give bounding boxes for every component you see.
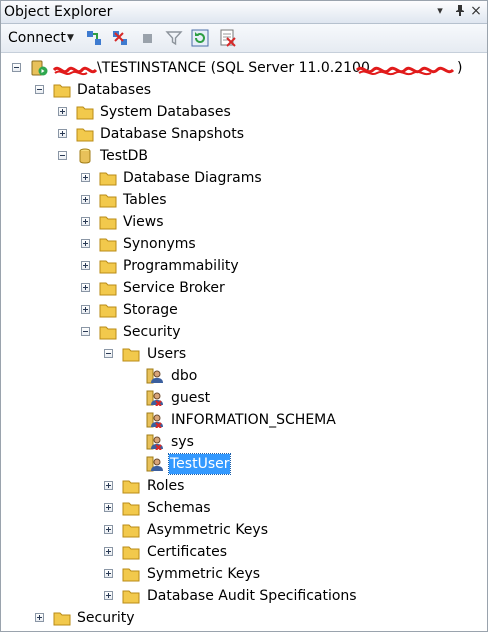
tree-label: Storage	[123, 302, 178, 318]
folder-icon	[99, 280, 117, 296]
close-panel-icon[interactable]: ×	[469, 4, 483, 18]
user-disabled-icon	[146, 412, 164, 429]
object-explorer-toolbar: Connect ▼	[1, 24, 487, 53]
folder-icon	[122, 478, 140, 494]
connect-dropdown-icon[interactable]: ▼	[67, 30, 74, 46]
tree-label: Databases	[77, 82, 152, 98]
folder-icon	[76, 126, 94, 142]
tree-label: Symmetric Keys	[147, 566, 261, 582]
folder-icon	[122, 346, 140, 362]
folder-icon	[122, 588, 140, 604]
refresh-icon[interactable]	[191, 29, 209, 47]
connect-icon[interactable]	[85, 29, 103, 47]
server-connected-icon	[29, 60, 49, 76]
tree-label: dbo	[171, 368, 198, 384]
collapse-toggle[interactable]	[104, 349, 113, 358]
tree-label: Asymmetric Keys	[147, 522, 269, 538]
tree-label: Security	[77, 610, 135, 626]
tree-label: Certificates	[147, 544, 228, 560]
expand-toggle[interactable]	[104, 503, 113, 512]
tree-label: Views	[123, 214, 164, 230]
panel-titlebar: Object Explorer ▾ ×	[1, 1, 487, 24]
folder-icon	[53, 82, 71, 98]
tree-label: Security	[123, 324, 181, 340]
folder-icon	[99, 170, 117, 186]
folder-icon	[53, 610, 71, 626]
filter-icon[interactable]	[165, 29, 183, 47]
collapse-toggle[interactable]	[58, 151, 67, 160]
stop-icon[interactable]	[139, 29, 157, 47]
tree-label: Tables	[123, 192, 167, 208]
folder-icon	[122, 566, 140, 582]
folder-icon	[99, 302, 117, 318]
tree-label: INFORMATION_SCHEMA	[171, 412, 336, 428]
tree-label: Roles	[147, 478, 185, 494]
tree-label: guest	[171, 390, 211, 406]
server-label: \TESTINSTANCE (SQL Server 11.0.2100 -	[97, 60, 380, 76]
tree-label: Programmability	[123, 258, 239, 274]
activity-monitor-icon[interactable]	[219, 29, 237, 47]
expand-toggle[interactable]	[104, 481, 113, 490]
object-explorer-tree: \TESTINSTANCE (SQL Server 11.0.2100 - ) …	[1, 57, 487, 631]
expand-toggle[interactable]	[104, 591, 113, 600]
server-label-end: )	[457, 60, 463, 76]
object-explorer-panel: Object Explorer ▾ × Connect ▼ \TESTINSTA…	[0, 0, 488, 632]
tree-label: System Databases	[100, 104, 231, 120]
connect-button[interactable]: Connect	[8, 28, 66, 48]
expand-toggle[interactable]	[81, 195, 90, 204]
user-disabled-icon	[146, 434, 164, 451]
tree-label: Database Audit Specifications	[147, 588, 357, 604]
folder-icon	[122, 522, 140, 538]
folder-icon	[99, 236, 117, 252]
expand-toggle[interactable]	[104, 525, 113, 534]
folder-icon	[122, 500, 140, 516]
folder-icon	[122, 544, 140, 560]
panel-title: Object Explorer	[4, 4, 113, 20]
tree-label: TestDB	[100, 148, 148, 164]
expand-toggle[interactable]	[81, 283, 90, 292]
tree-label: Users	[147, 346, 187, 362]
tree-label: Database Snapshots	[100, 126, 244, 142]
user-icon	[146, 456, 164, 472]
tree-label: sys	[171, 434, 194, 450]
redacted-server-name	[52, 61, 98, 76]
tree-label: Database Diagrams	[123, 170, 262, 186]
expand-toggle[interactable]	[81, 173, 90, 182]
expand-toggle[interactable]	[81, 305, 90, 314]
collapse-toggle[interactable]	[12, 63, 21, 72]
collapse-toggle[interactable]	[35, 85, 44, 94]
tree-label: Service Broker	[123, 280, 225, 296]
window-position-dropdown-icon[interactable]: ▾	[433, 4, 447, 18]
expand-toggle[interactable]	[81, 261, 90, 270]
tree-label-selected: TestUser	[167, 453, 232, 475]
expand-toggle[interactable]	[58, 107, 67, 116]
expand-toggle[interactable]	[104, 547, 113, 556]
folder-icon	[99, 324, 117, 340]
user-icon	[146, 368, 164, 384]
folder-icon	[76, 104, 94, 120]
tree-label: Synonyms	[123, 236, 196, 252]
folder-icon	[99, 258, 117, 274]
user-disabled-icon	[146, 390, 164, 407]
expand-toggle[interactable]	[35, 613, 44, 622]
database-icon	[76, 148, 94, 164]
folder-icon	[99, 214, 117, 230]
expand-toggle[interactable]	[81, 217, 90, 226]
expand-toggle[interactable]	[81, 239, 90, 248]
disconnect-icon[interactable]	[111, 29, 129, 47]
expand-toggle[interactable]	[58, 129, 67, 138]
expand-toggle[interactable]	[104, 569, 113, 578]
auto-hide-pin-icon[interactable]	[453, 4, 467, 18]
collapse-toggle[interactable]	[81, 327, 90, 336]
redacted-login-name	[355, 61, 456, 76]
tree-label: Schemas	[147, 500, 211, 516]
folder-icon	[99, 192, 117, 208]
